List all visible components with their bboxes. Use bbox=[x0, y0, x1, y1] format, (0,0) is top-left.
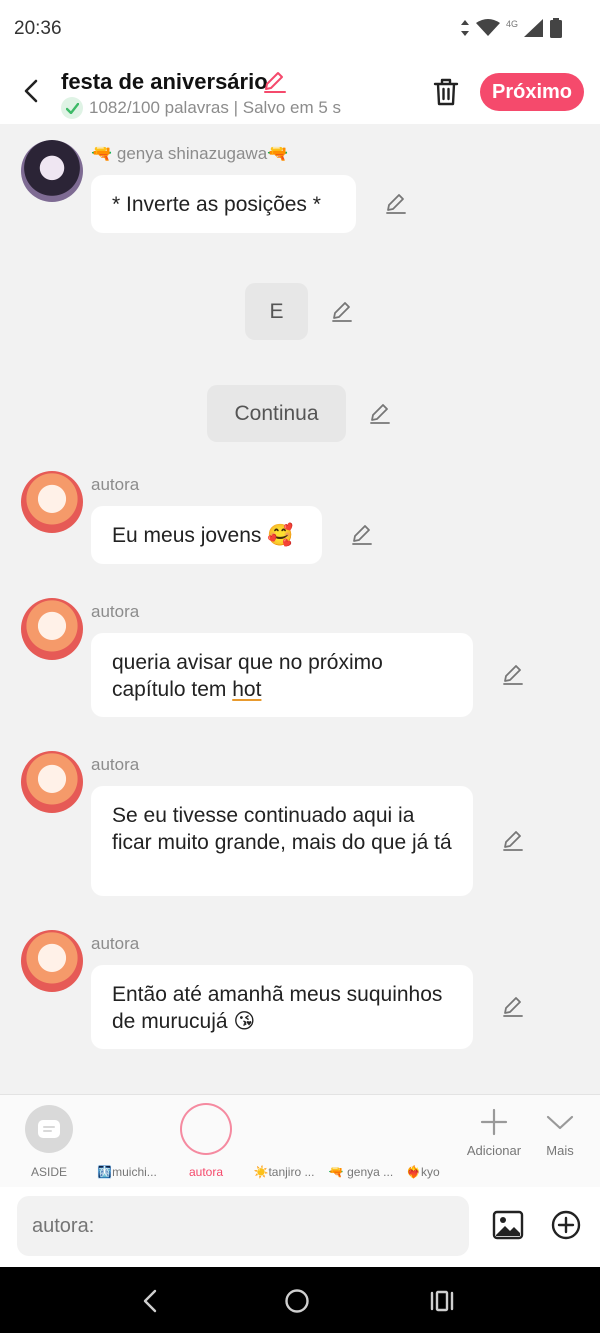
chevron-left-icon bbox=[143, 1289, 157, 1313]
chevron-left-icon bbox=[24, 79, 38, 103]
trash-icon bbox=[433, 78, 459, 106]
edit-message-button[interactable] bbox=[384, 192, 408, 216]
battery-icon bbox=[550, 18, 562, 38]
pencil-icon bbox=[503, 831, 523, 851]
narration-bubble[interactable]: Continua bbox=[207, 385, 346, 442]
wifi-icon bbox=[475, 19, 500, 36]
avatar[interactable] bbox=[21, 140, 83, 202]
chevron-down-icon bbox=[546, 1115, 574, 1130]
character-muichi[interactable]: 🩻muichi... bbox=[91, 1105, 163, 1179]
message-bubble[interactable]: * Inverte as posições * bbox=[91, 175, 356, 233]
avatar bbox=[337, 1105, 385, 1153]
character-label: 🩻muichi... bbox=[97, 1165, 157, 1179]
message-bubble[interactable]: Se eu tivesse continuado aqui ia ficar m… bbox=[91, 786, 473, 896]
saved-check-icon bbox=[61, 97, 83, 119]
add-label: Adicionar bbox=[466, 1143, 522, 1158]
pencil-icon bbox=[503, 997, 523, 1017]
network-label: 4G bbox=[505, 19, 518, 29]
character-tanjiro[interactable]: ☀️tanjiro ... bbox=[248, 1105, 320, 1179]
avatar bbox=[182, 1105, 230, 1153]
character-genya[interactable]: 🔫 genya ... bbox=[325, 1105, 397, 1179]
aside-icon bbox=[25, 1105, 73, 1153]
avatar[interactable] bbox=[21, 598, 83, 660]
avatar bbox=[416, 1105, 440, 1153]
character-label: autora bbox=[188, 1165, 224, 1179]
avatar[interactable] bbox=[21, 471, 83, 533]
edit-message-button[interactable] bbox=[330, 300, 354, 324]
edit-title-button[interactable] bbox=[262, 70, 288, 99]
message-bubble[interactable]: queria avisar que no próximo capítulo te… bbox=[91, 633, 473, 717]
status-icons: 4G bbox=[460, 18, 562, 38]
status-time: 20:36 bbox=[14, 18, 62, 39]
underlined-word: hot bbox=[232, 678, 262, 701]
character-name: autora bbox=[91, 755, 140, 774]
add-content-button[interactable] bbox=[548, 1207, 584, 1243]
character-name: autora bbox=[91, 475, 140, 494]
story-title[interactable]: festa de aniversário bbox=[61, 69, 268, 95]
avatar[interactable] bbox=[21, 930, 83, 992]
avatar bbox=[103, 1105, 151, 1153]
system-navigation-bar bbox=[0, 1267, 600, 1333]
more-button[interactable]: Mais bbox=[527, 1105, 593, 1158]
home-circle-icon bbox=[285, 1289, 309, 1313]
add-character-button[interactable]: Adicionar bbox=[461, 1105, 527, 1158]
status-bar: 20:36 4G bbox=[0, 0, 600, 60]
narration-bubble[interactable]: E bbox=[245, 283, 308, 340]
delete-button[interactable] bbox=[428, 74, 464, 110]
nav-recents-button[interactable] bbox=[425, 1284, 459, 1318]
signal-icon bbox=[524, 19, 543, 37]
avatar bbox=[260, 1105, 308, 1153]
message-bubble[interactable]: Então até amanhã meus suquinhos de muruc… bbox=[91, 965, 473, 1049]
character-name: autora bbox=[91, 602, 140, 621]
character-kyo[interactable]: ❤️‍🔥kyo bbox=[402, 1105, 440, 1179]
edit-message-button[interactable] bbox=[501, 995, 525, 1019]
edit-message-button[interactable] bbox=[501, 829, 525, 853]
pencil-icon bbox=[352, 525, 372, 545]
insert-image-button[interactable] bbox=[490, 1207, 526, 1243]
word-count-status: 1082/100 palavras | Salvo em 5 s bbox=[89, 98, 342, 117]
data-arrows-icon bbox=[460, 20, 469, 36]
next-button[interactable]: Próximo bbox=[480, 73, 584, 111]
edit-message-button[interactable] bbox=[501, 663, 525, 687]
pencil-icon bbox=[503, 665, 523, 685]
character-name: autora bbox=[91, 934, 140, 953]
character-autora[interactable]: autora bbox=[170, 1105, 242, 1179]
image-icon bbox=[492, 1210, 524, 1240]
pencil-icon bbox=[264, 72, 286, 93]
edit-message-button[interactable] bbox=[350, 523, 374, 547]
editor-header: festa de aniversário 1082/100 palavras |… bbox=[0, 60, 600, 124]
character-label: ❤️‍🔥kyo bbox=[406, 1165, 440, 1179]
back-button[interactable] bbox=[14, 74, 48, 108]
character-selector: ASIDE 🩻muichi... autora ☀️tanjiro ... 🔫 … bbox=[0, 1094, 600, 1187]
character-name: 🔫 genya shinazugawa🔫 bbox=[91, 144, 289, 163]
plus-icon bbox=[480, 1108, 508, 1136]
more-label: Mais bbox=[546, 1143, 574, 1158]
character-label: 🔫 genya ... bbox=[328, 1165, 394, 1179]
plus-circle-icon bbox=[551, 1210, 581, 1240]
message-input[interactable] bbox=[17, 1196, 469, 1256]
nav-back-button[interactable] bbox=[133, 1284, 167, 1318]
character-aside[interactable]: ASIDE bbox=[13, 1105, 85, 1179]
recents-icon bbox=[430, 1290, 454, 1312]
avatar[interactable] bbox=[21, 751, 83, 813]
character-label: ☀️tanjiro ... bbox=[253, 1165, 315, 1179]
composer bbox=[0, 1187, 600, 1267]
pencil-icon bbox=[370, 404, 390, 424]
message-bubble[interactable]: Eu meus jovens 🥰 bbox=[91, 506, 322, 564]
nav-home-button[interactable] bbox=[280, 1284, 314, 1318]
pencil-icon bbox=[386, 194, 406, 214]
edit-message-button[interactable] bbox=[368, 402, 392, 426]
pencil-icon bbox=[332, 302, 352, 322]
character-label: ASIDE bbox=[30, 1165, 67, 1179]
